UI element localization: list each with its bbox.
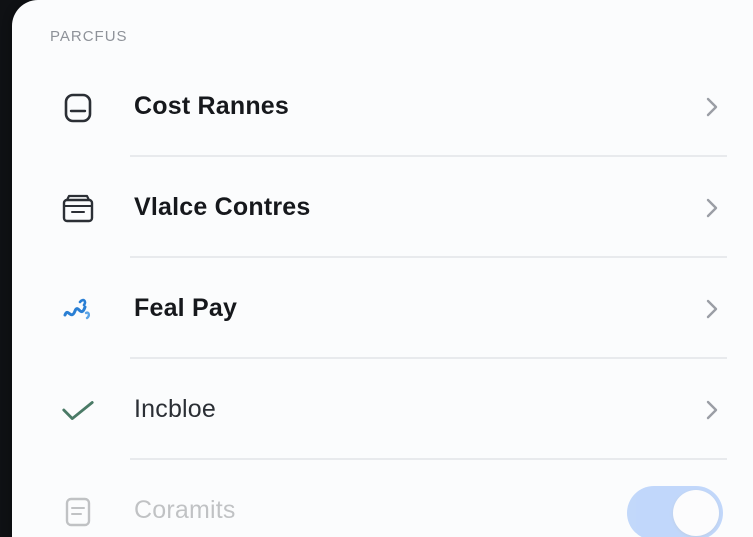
row-label: Vlalce Contres bbox=[134, 193, 311, 221]
coramits-toggle[interactable] bbox=[627, 486, 723, 537]
row-label: Feal Pay bbox=[134, 294, 238, 322]
settings-row-vlalce-contres[interactable]: Vlalce Contres bbox=[12, 157, 753, 258]
settings-sheet: PARCFUS Cost Rannes Vlalce Contres Feal … bbox=[12, 0, 753, 537]
settings-row-coramits[interactable]: Coramits bbox=[12, 460, 753, 537]
section-header: PARCFUS bbox=[50, 28, 128, 45]
settings-row-incbloe[interactable]: Incbloe bbox=[12, 359, 753, 460]
chevron-right-icon bbox=[701, 397, 723, 423]
card-icon bbox=[60, 90, 96, 126]
settings-row-cost-rannes[interactable]: Cost Rannes bbox=[12, 56, 753, 157]
chevron-right-icon bbox=[701, 296, 723, 322]
chevron-right-icon bbox=[701, 195, 723, 221]
wave-icon bbox=[60, 292, 96, 328]
row-label: Coramits bbox=[134, 496, 236, 524]
row-label: Cost Rannes bbox=[134, 92, 290, 120]
checkmark-icon bbox=[60, 393, 96, 429]
chevron-right-icon bbox=[701, 94, 723, 120]
wallet-icon bbox=[60, 191, 96, 227]
row-label: Incbloe bbox=[134, 395, 217, 423]
document-icon bbox=[60, 494, 96, 530]
settings-row-feal-pay[interactable]: Feal Pay bbox=[12, 258, 753, 359]
toggle-knob bbox=[673, 490, 719, 536]
settings-list: Cost Rannes Vlalce Contres Feal Pay Incb… bbox=[12, 56, 753, 537]
